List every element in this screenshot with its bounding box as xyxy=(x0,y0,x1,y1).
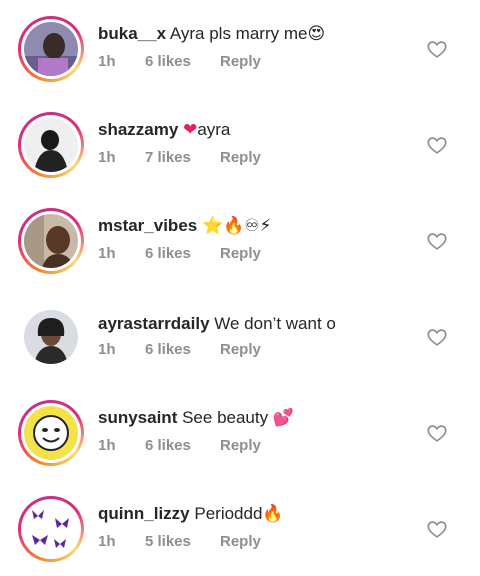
likes-count[interactable]: 6 likes xyxy=(145,53,191,70)
comment-time: 1h xyxy=(98,53,116,70)
comment-text: Perioddd xyxy=(194,504,263,523)
person-photo-avatar-icon xyxy=(24,118,78,172)
person-photo-avatar-icon xyxy=(24,22,78,76)
comment-text: See beauty xyxy=(182,408,269,427)
comment-time: 1h xyxy=(98,437,116,454)
avatar[interactable] xyxy=(24,310,78,364)
story-ring[interactable] xyxy=(18,208,84,274)
comment-time: 1h xyxy=(98,341,116,358)
comment-emoji: 🔥 xyxy=(262,504,284,524)
likes-count[interactable]: 6 likes xyxy=(145,341,191,358)
story-ring[interactable] xyxy=(18,400,84,466)
comment-item: mstar_vibes ⭐🔥♾⚡ 1h 6 likes Reply xyxy=(0,192,480,288)
username[interactable]: sunysaint xyxy=(98,408,177,427)
likes-count[interactable]: 6 likes xyxy=(145,437,191,454)
reply-button[interactable]: Reply xyxy=(220,149,261,166)
comment-text: Ayra pls marry me xyxy=(169,24,308,43)
comment-item: sunysaint See beauty 💕 1h 6 likes Reply xyxy=(0,384,480,480)
reply-button[interactable]: Reply xyxy=(220,533,261,550)
avatar[interactable] xyxy=(24,22,78,76)
avatar[interactable] xyxy=(24,406,78,460)
username[interactable]: buka__x xyxy=(98,24,166,43)
username[interactable]: mstar_vibes xyxy=(98,216,197,235)
like-heart-icon[interactable] xyxy=(426,518,448,540)
comment-item: shazzamy ❤ayra 1h 7 likes Reply xyxy=(0,96,480,192)
like-heart-icon[interactable] xyxy=(426,230,448,252)
like-heart-icon[interactable] xyxy=(426,422,448,444)
like-heart-icon[interactable] xyxy=(426,38,448,60)
comment-emoji: 💕 xyxy=(272,408,295,428)
likes-count[interactable]: 7 likes xyxy=(145,149,191,166)
red-heart-icon: ❤ xyxy=(183,120,198,140)
cartoon-face-avatar-icon xyxy=(24,406,78,460)
likes-count[interactable]: 5 likes xyxy=(145,533,191,550)
person-photo-avatar-icon xyxy=(24,214,78,268)
comment-item: ayrastarrdaily We don’t want o 1h 6 like… xyxy=(0,288,480,384)
avatar[interactable] xyxy=(24,118,78,172)
story-ring[interactable] xyxy=(18,112,84,178)
comment-emoji: ⭐🔥♾⚡ xyxy=(201,216,272,236)
avatar[interactable] xyxy=(24,214,78,268)
person-photo-avatar-icon xyxy=(24,310,78,364)
story-ring[interactable] xyxy=(18,496,84,562)
like-heart-icon[interactable] xyxy=(426,326,448,348)
comment-time: 1h xyxy=(98,149,116,166)
comment-item: quinn_lizzy Perioddd🔥 1h 5 likes Reply xyxy=(0,480,480,576)
comment-emoji: 😍 xyxy=(307,24,326,44)
reply-button[interactable]: Reply xyxy=(220,437,261,454)
avatar-frame[interactable] xyxy=(18,304,84,370)
comment-item: buka__x Ayra pls marry me😍 1h 6 likes Re… xyxy=(0,0,480,96)
username[interactable]: shazzamy xyxy=(98,120,178,139)
likes-count[interactable]: 6 likes xyxy=(145,245,191,262)
comment-time: 1h xyxy=(98,533,116,550)
comment-text: ayra xyxy=(197,120,231,139)
butterflies-avatar-icon xyxy=(24,502,78,556)
username[interactable]: quinn_lizzy xyxy=(98,504,190,523)
username[interactable]: ayrastarrdaily xyxy=(98,314,210,333)
story-ring[interactable] xyxy=(18,16,84,82)
comment-text: We don’t want o xyxy=(214,314,336,333)
avatar[interactable] xyxy=(24,502,78,556)
reply-button[interactable]: Reply xyxy=(220,53,261,70)
like-heart-icon[interactable] xyxy=(426,134,448,156)
reply-button[interactable]: Reply xyxy=(220,341,261,358)
reply-button[interactable]: Reply xyxy=(220,245,261,262)
comment-time: 1h xyxy=(98,245,116,262)
